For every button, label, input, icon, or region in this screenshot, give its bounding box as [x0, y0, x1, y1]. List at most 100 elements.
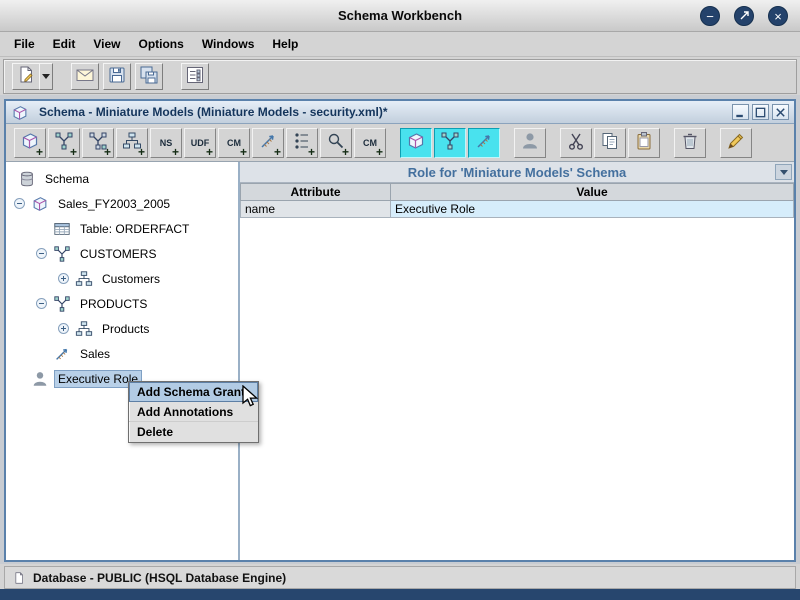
preferences-group	[181, 63, 209, 90]
internal-maximize-button[interactable]	[752, 104, 769, 120]
dimension-icon	[53, 295, 71, 313]
column-header-value[interactable]: Value	[391, 184, 794, 201]
plus-overlay-icon: +	[342, 146, 349, 158]
column-header-attribute[interactable]: Attribute	[241, 184, 391, 201]
internal-minimize-button[interactable]	[732, 104, 749, 120]
add-measure-button[interactable]: +	[252, 128, 284, 158]
add-property-button[interactable]: +	[320, 128, 352, 158]
tree-item-sales[interactable]: Sales	[6, 341, 238, 366]
open-group	[71, 63, 99, 90]
plus-overlay-icon: +	[172, 146, 179, 158]
add-cube-button[interactable]: +	[14, 128, 46, 158]
new-schema-dropdown-button[interactable]	[39, 63, 53, 90]
internal-close-icon	[774, 106, 787, 119]
menu-view[interactable]: View	[84, 34, 129, 54]
toggle-dimension-button[interactable]	[434, 128, 466, 158]
tree-item-sales-fy2003-2005[interactable]: Sales_FY2003_2005	[6, 191, 238, 216]
window-titlebar[interactable]: Schema Workbench − ×	[0, 0, 800, 32]
preferences-button[interactable]	[181, 63, 209, 90]
internal-close-button[interactable]	[772, 104, 789, 120]
internal-maximize-icon	[754, 106, 767, 119]
tree-expand-handle[interactable]	[36, 298, 47, 309]
status-bar: Database - PUBLIC (HSQL Database Engine)	[4, 566, 796, 589]
add-user-defined-function-button[interactable]: UDF+	[184, 128, 216, 158]
toggle-cube-button[interactable]	[400, 128, 432, 158]
add-hierarchy-button[interactable]: +	[116, 128, 148, 158]
menu-file[interactable]: File	[5, 34, 44, 54]
plus-overlay-icon: +	[138, 146, 145, 158]
tree-item-customers[interactable]: Customers	[6, 266, 238, 291]
minimize-icon: −	[706, 10, 714, 23]
chevron-down-icon	[42, 74, 50, 79]
value-cell[interactable]: Executive Role	[391, 201, 794, 218]
tree-item-products[interactable]: Products	[6, 316, 238, 341]
detail-panel: Role for 'Miniature Models' Schema Attri…	[240, 162, 794, 560]
save-as-button[interactable]	[135, 63, 163, 90]
menu-item-delete[interactable]: Delete	[129, 422, 258, 442]
trash-icon	[680, 131, 700, 154]
tree-expand-handle[interactable]	[58, 323, 69, 334]
attribute-table-header-row: AttributeValue	[241, 184, 794, 201]
add-named-set-button[interactable]: NS+	[150, 128, 182, 158]
new-schema-button[interactable]	[12, 63, 40, 90]
open-button[interactable]	[71, 63, 99, 90]
tree-expand-handle[interactable]	[14, 198, 25, 209]
mouse-cursor	[239, 385, 261, 409]
tree-label: Sales_FY2003_2005	[55, 196, 173, 212]
tree-label: Schema	[42, 171, 92, 187]
menu-help[interactable]: Help	[263, 34, 307, 54]
internal-minimize-icon	[734, 106, 747, 119]
detail-header: Role for 'Miniature Models' Schema	[240, 162, 794, 183]
new-schema-group	[12, 63, 53, 90]
table-icon	[53, 220, 71, 238]
add-dimension-button[interactable]: +	[48, 128, 80, 158]
tree-item-table-orderfact[interactable]: Table: ORDERFACT	[6, 216, 238, 241]
save-button[interactable]	[103, 63, 131, 90]
internal-frame-body: Schema Sales_FY2003_2005 Table: ORDERFACT C…	[6, 162, 794, 560]
schema-tree: Schema Sales_FY2003_2005 Table: ORDERFACT C…	[6, 162, 240, 560]
plus-overlay-icon: +	[376, 146, 383, 158]
tree-item-products[interactable]: PRODUCTS	[6, 291, 238, 316]
measure-icon	[53, 345, 71, 363]
floppy-icon	[107, 65, 127, 88]
prefs-icon	[185, 65, 205, 88]
add-virtual-calculated-member-label: CM	[363, 138, 377, 148]
schema-frame-icon	[11, 104, 27, 120]
cut-button[interactable]	[560, 128, 592, 158]
edit-button[interactable]	[720, 128, 752, 158]
add-role-button[interactable]	[514, 128, 546, 158]
copy-button[interactable]	[594, 128, 626, 158]
tree-expand-handle[interactable]	[58, 273, 69, 284]
menu-windows[interactable]: Windows	[193, 34, 264, 54]
internal-frame-titlebar[interactable]: Schema - Miniature Models (Miniature Mod…	[6, 101, 794, 124]
add-virtual-calculated-member-button[interactable]: CM+	[354, 128, 386, 158]
plus-overlay-icon: +	[274, 146, 281, 158]
save-group	[103, 63, 131, 90]
tree-expand-handle[interactable]	[36, 248, 47, 259]
attribute-cell[interactable]: name	[241, 201, 391, 218]
envelope-icon	[75, 65, 95, 88]
cube-icon	[406, 131, 426, 154]
maximize-button[interactable]	[734, 6, 754, 26]
menu-options[interactable]: Options	[129, 34, 192, 54]
tree-item-customers[interactable]: CUSTOMERS	[6, 241, 238, 266]
tree-label: Customers	[99, 271, 163, 287]
copy-icon	[600, 131, 620, 154]
add-level-button[interactable]: +	[286, 128, 318, 158]
paste-button[interactable]	[628, 128, 660, 158]
internal-frame-title: Schema - Miniature Models (Miniature Mod…	[39, 105, 732, 119]
close-button[interactable]: ×	[768, 6, 788, 26]
menubar: FileEditViewOptionsWindowsHelp	[0, 32, 800, 57]
dimension-icon	[53, 245, 71, 263]
tree-item-schema[interactable]: Schema	[6, 166, 238, 191]
delete-button[interactable]	[674, 128, 706, 158]
tree-label: Table: ORDERFACT	[77, 221, 192, 237]
add-calculated-member-button[interactable]: CM+	[218, 128, 250, 158]
add-calculated-member-label: CM	[227, 138, 241, 148]
header-dropdown-button[interactable]	[775, 164, 792, 180]
toggle-measure-button[interactable]	[468, 128, 500, 158]
add-dimension-usage-button[interactable]: +	[82, 128, 114, 158]
mdi-desktop: Schema - Miniature Models (Miniature Mod…	[0, 95, 800, 564]
menu-edit[interactable]: Edit	[44, 34, 85, 54]
minimize-button[interactable]: −	[700, 6, 720, 26]
